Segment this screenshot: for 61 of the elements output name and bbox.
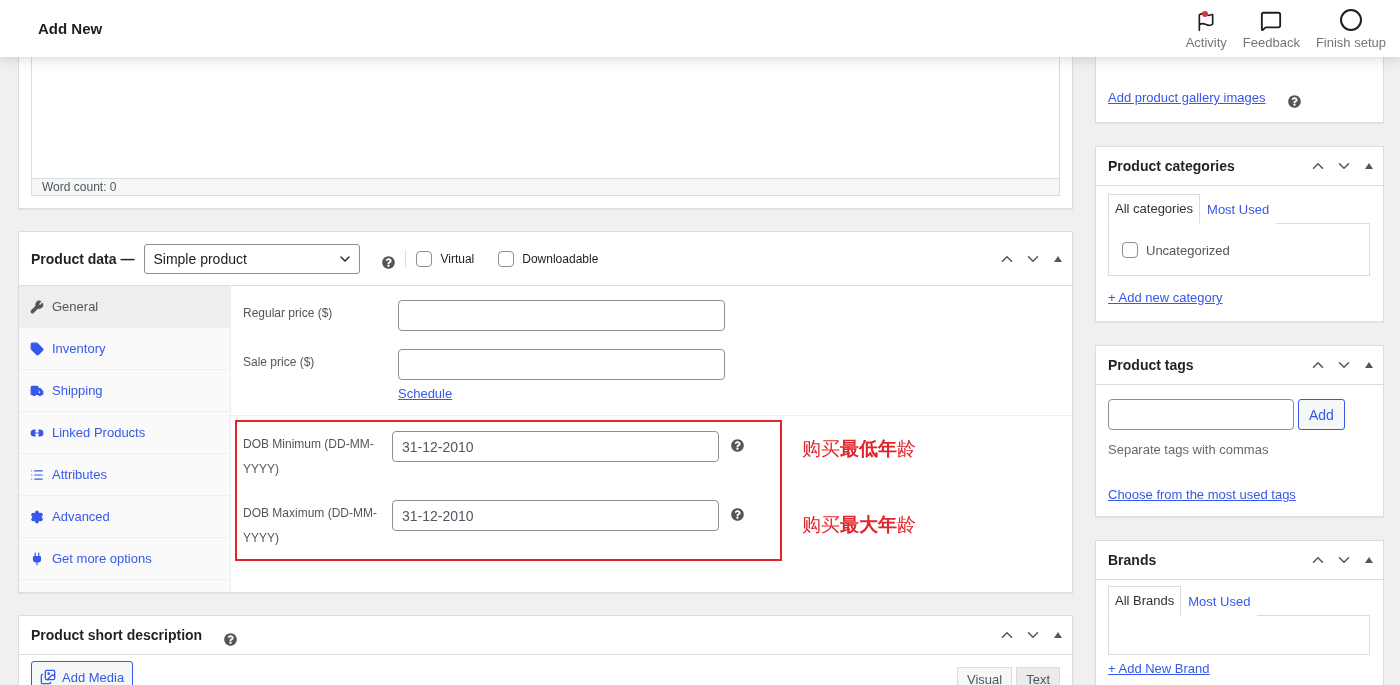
- annotation-text: 购买最大年龄: [802, 512, 916, 537]
- help-icon: [1287, 95, 1301, 108]
- word-count: Word count: 0: [32, 178, 1059, 195]
- message-icon: [1260, 9, 1283, 32]
- header-action-button[interactable]: Feedback: [1236, 9, 1306, 50]
- add-category-link[interactable]: + Add new category: [1108, 290, 1223, 305]
- tag-icon: [30, 341, 44, 356]
- hint-text: Separate tags with commas: [1108, 442, 1270, 457]
- category-label: Uncategorized: [1146, 242, 1230, 258]
- media-icon: [40, 669, 56, 685]
- plug-icon: [30, 551, 44, 566]
- product-type-select[interactable]: Simple product: [144, 243, 361, 274]
- checkbox-label: Virtual: [440, 251, 475, 266]
- circle-icon: [1338, 7, 1363, 32]
- collapse-icon[interactable]: [1365, 362, 1373, 368]
- gallery-link[interactable]: Add product gallery images: [1108, 90, 1266, 105]
- field-label: DOB Maximum (DD-MM-YYYY): [243, 505, 378, 547]
- editor-tab[interactable]: Visual: [956, 667, 1013, 685]
- truck-icon: [30, 383, 44, 398]
- page-title: Add New: [38, 20, 103, 37]
- collapse-icon[interactable]: [1054, 255, 1062, 262]
- panel-title: Product categories: [1108, 158, 1235, 174]
- header-action-button[interactable]: Finish setup: [1309, 7, 1392, 50]
- most-used-tags-link[interactable]: Choose from the most used tags: [1108, 487, 1296, 502]
- help-icon: [382, 256, 396, 269]
- wrench-icon: [30, 299, 44, 314]
- add-tag-button[interactable]: Add: [1298, 399, 1345, 430]
- date-field[interactable]: 31-12-2010: [392, 500, 719, 531]
- annotation-text: 购买最低年龄: [802, 436, 916, 461]
- collapse-icon[interactable]: [1365, 163, 1373, 169]
- panel-title: Product short description: [31, 627, 203, 643]
- flag-icon: [1196, 11, 1217, 32]
- price-field[interactable]: [398, 349, 725, 380]
- collapse-icon[interactable]: [1365, 557, 1373, 563]
- help-icon: [731, 439, 744, 452]
- editor-tab[interactable]: Text: [1016, 667, 1060, 685]
- gear-icon: [30, 509, 44, 524]
- date-field[interactable]: 31-12-2010: [392, 431, 719, 462]
- schedule-link[interactable]: Schedule: [398, 386, 725, 401]
- panel-title: Product tags: [1108, 357, 1194, 373]
- collapse-icon[interactable]: [1054, 632, 1062, 638]
- checkbox[interactable]: [1122, 242, 1138, 258]
- panel-title: Brands: [1108, 552, 1157, 568]
- panel-title: Product data —: [31, 250, 135, 267]
- brand-tab[interactable]: All Brands: [1108, 586, 1182, 616]
- checkbox[interactable]: [498, 250, 515, 267]
- help-icon: [731, 508, 744, 521]
- price-field[interactable]: [398, 300, 725, 331]
- header-action-button[interactable]: Activity: [1179, 11, 1233, 50]
- product-data-tab[interactable]: General: [19, 286, 230, 328]
- add-brand-link[interactable]: + Add New Brand: [1108, 661, 1210, 676]
- help-icon: [224, 632, 238, 646]
- checkbox[interactable]: [416, 250, 433, 267]
- category-tab[interactable]: All categories: [1108, 194, 1201, 224]
- add-media-button[interactable]: Add Media: [31, 661, 134, 685]
- checkbox-label: Downloadable: [522, 251, 599, 266]
- field-label: Regular price ($): [243, 305, 334, 322]
- field-label: Sale price ($): [243, 354, 316, 371]
- tag-input[interactable]: [1108, 399, 1294, 430]
- list-icon: [30, 467, 44, 482]
- field-label: DOB Minimum (DD-MM-YYYY): [243, 436, 375, 478]
